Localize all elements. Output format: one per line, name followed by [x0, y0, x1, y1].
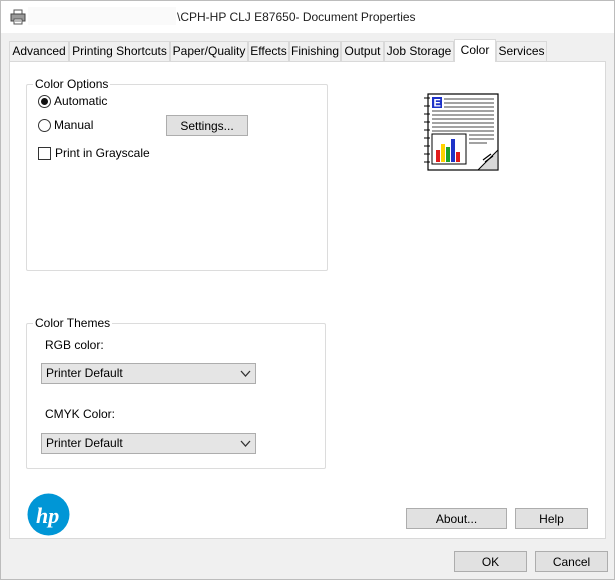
tab-job-storage[interactable]: Job Storage	[384, 41, 454, 61]
tab-finishing[interactable]: Finishing	[289, 41, 341, 61]
tab-color[interactable]: Color	[454, 39, 496, 62]
chevron-down-icon	[240, 440, 251, 447]
window-title: \CPH-HP CLJ E87650- Document Properties	[177, 10, 416, 24]
manual-label: Manual	[54, 118, 94, 132]
manual-radio[interactable]: Manual	[38, 118, 93, 132]
grayscale-label: Print in Grayscale	[55, 146, 150, 160]
automatic-radio[interactable]: Automatic	[38, 94, 107, 108]
color-options-group: Color Options Automatic Manual Settings.…	[26, 77, 328, 271]
help-button[interactable]: Help	[515, 508, 588, 529]
title-redacted-area	[28, 7, 176, 25]
grayscale-checkbox[interactable]: Print in Grayscale	[38, 146, 150, 160]
radio-selected-dot	[41, 97, 48, 105]
color-tab-page: Color Options Automatic Manual Settings.…	[9, 61, 606, 539]
svg-text:hp: hp	[36, 503, 59, 528]
rgb-color-value: Printer Default	[46, 366, 123, 380]
document-properties-window: \CPH-HP CLJ E87650- Document Properties …	[0, 0, 615, 580]
cancel-button[interactable]: Cancel	[535, 551, 608, 572]
grayscale-checkbox-box[interactable]	[38, 146, 51, 160]
tab-paper-quality[interactable]: Paper/Quality	[170, 41, 248, 61]
chevron-down-icon	[240, 370, 251, 377]
color-themes-title: Color Themes	[33, 316, 113, 330]
rgb-color-select[interactable]: Printer Default	[41, 363, 256, 384]
cmyk-color-select[interactable]: Printer Default	[41, 433, 256, 454]
title-bar: \CPH-HP CLJ E87650- Document Properties	[1, 1, 614, 33]
about-button[interactable]: About...	[406, 508, 507, 529]
cmyk-color-value: Printer Default	[46, 436, 123, 450]
tab-advanced[interactable]: Advanced	[9, 41, 69, 61]
automatic-label: Automatic	[54, 94, 108, 108]
settings-button[interactable]: Settings...	[166, 115, 248, 136]
color-document-preview-icon: E	[424, 93, 499, 171]
cmyk-color-label: CMYK Color:	[45, 407, 116, 421]
tab-services[interactable]: Services	[496, 41, 547, 61]
printer-icon	[10, 9, 26, 25]
rgb-color-label: RGB color:	[45, 338, 104, 352]
tab-effects[interactable]: Effects	[248, 41, 289, 61]
ok-button[interactable]: OK	[454, 551, 527, 572]
svg-text:E: E	[434, 98, 441, 110]
tab-output[interactable]: Output	[341, 41, 384, 61]
color-themes-group: Color Themes RGB color: Printer Default …	[26, 316, 326, 469]
tab-printing-shortcuts[interactable]: Printing Shortcuts	[69, 41, 170, 61]
manual-radio-circle[interactable]	[38, 118, 51, 132]
automatic-radio-circle[interactable]	[38, 94, 51, 108]
hp-logo: hp	[27, 493, 70, 536]
color-options-title: Color Options	[33, 77, 111, 91]
